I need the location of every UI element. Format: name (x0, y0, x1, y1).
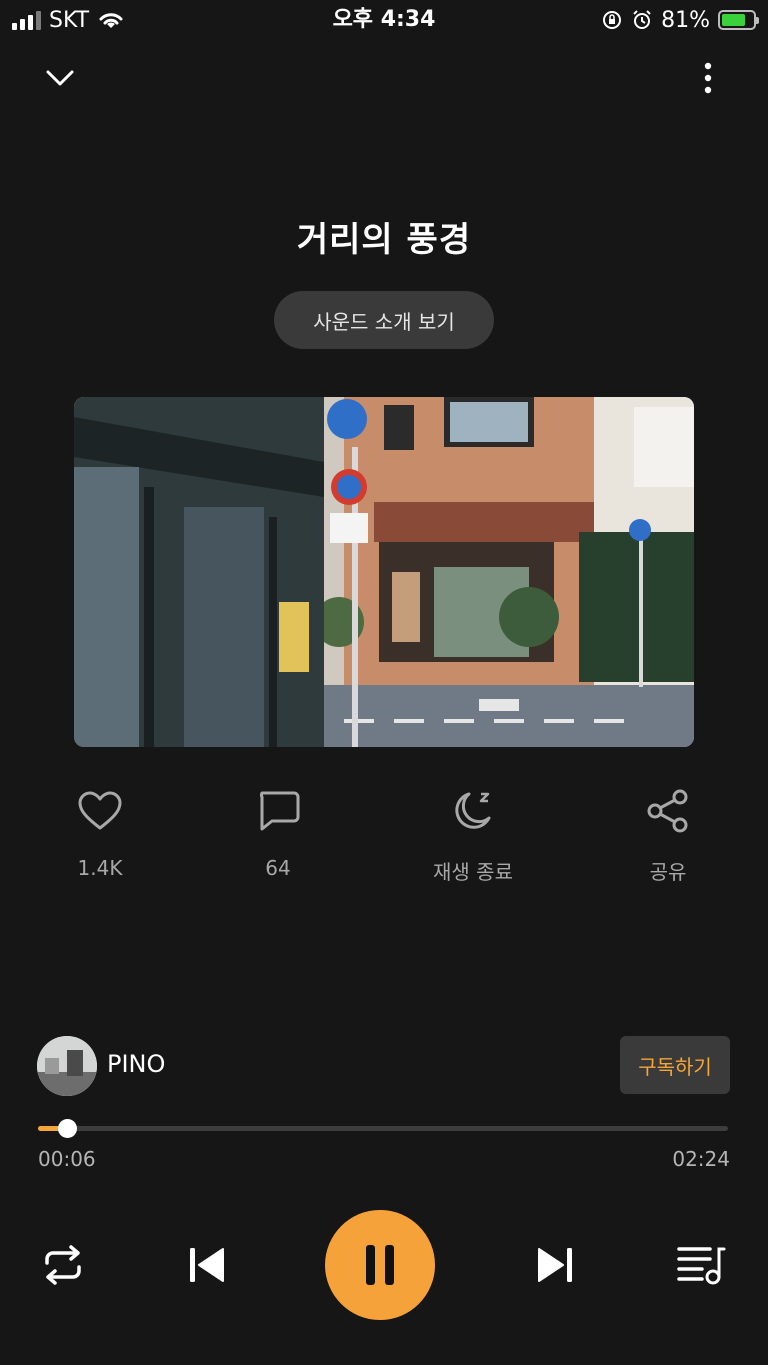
comment-action[interactable]: 64 (208, 786, 348, 880)
heart-icon[interactable] (77, 790, 123, 832)
repeat-icon[interactable] (41, 1243, 85, 1287)
chevron-down-icon[interactable] (44, 64, 76, 90)
subscribe-button[interactable]: 구독하기 (620, 1036, 730, 1094)
progress-slider[interactable] (38, 1119, 728, 1138)
like-action[interactable]: 1.4K (30, 786, 170, 880)
sleep-timer-action[interactable]: 재생 종료 (403, 786, 543, 885)
share-icon[interactable] (646, 788, 690, 834)
share-action[interactable]: 공유 (598, 786, 738, 885)
pause-button[interactable] (325, 1210, 435, 1320)
track-title: 거리의 풍경 (296, 220, 472, 260)
comment-icon[interactable] (256, 789, 300, 833)
artist-name[interactable]: PINO (107, 1050, 165, 1078)
battery-icon (718, 10, 759, 30)
avatar[interactable] (37, 1036, 97, 1096)
pause-icon (366, 1245, 394, 1285)
battery-percent: 81% (661, 7, 710, 33)
alarm-icon (633, 10, 651, 29)
street-scene-image (74, 397, 694, 747)
moon-sleep-icon[interactable] (449, 788, 497, 834)
rotation-lock-icon (603, 11, 622, 29)
like-count: 1.4K (77, 856, 123, 880)
comment-count: 64 (265, 856, 291, 880)
current-time: 00:06 (38, 1147, 96, 1171)
sound-intro-button[interactable]: 사운드 소개 보기 (274, 291, 494, 349)
more-vertical-icon[interactable] (698, 60, 718, 96)
progress-thumb[interactable] (57, 1119, 77, 1138)
album-artwork (74, 397, 694, 747)
share-label: 공유 (649, 860, 687, 884)
status-bar: SKT 오후 4:34 81% (0, 0, 768, 40)
sleep-timer-label: 재생 종료 (433, 860, 513, 884)
playlist-icon[interactable] (676, 1243, 726, 1287)
total-time: 02:24 (672, 1147, 730, 1171)
skip-next-icon[interactable] (535, 1245, 575, 1285)
status-right: 81% (601, 6, 759, 34)
skip-previous-icon[interactable] (187, 1245, 227, 1285)
